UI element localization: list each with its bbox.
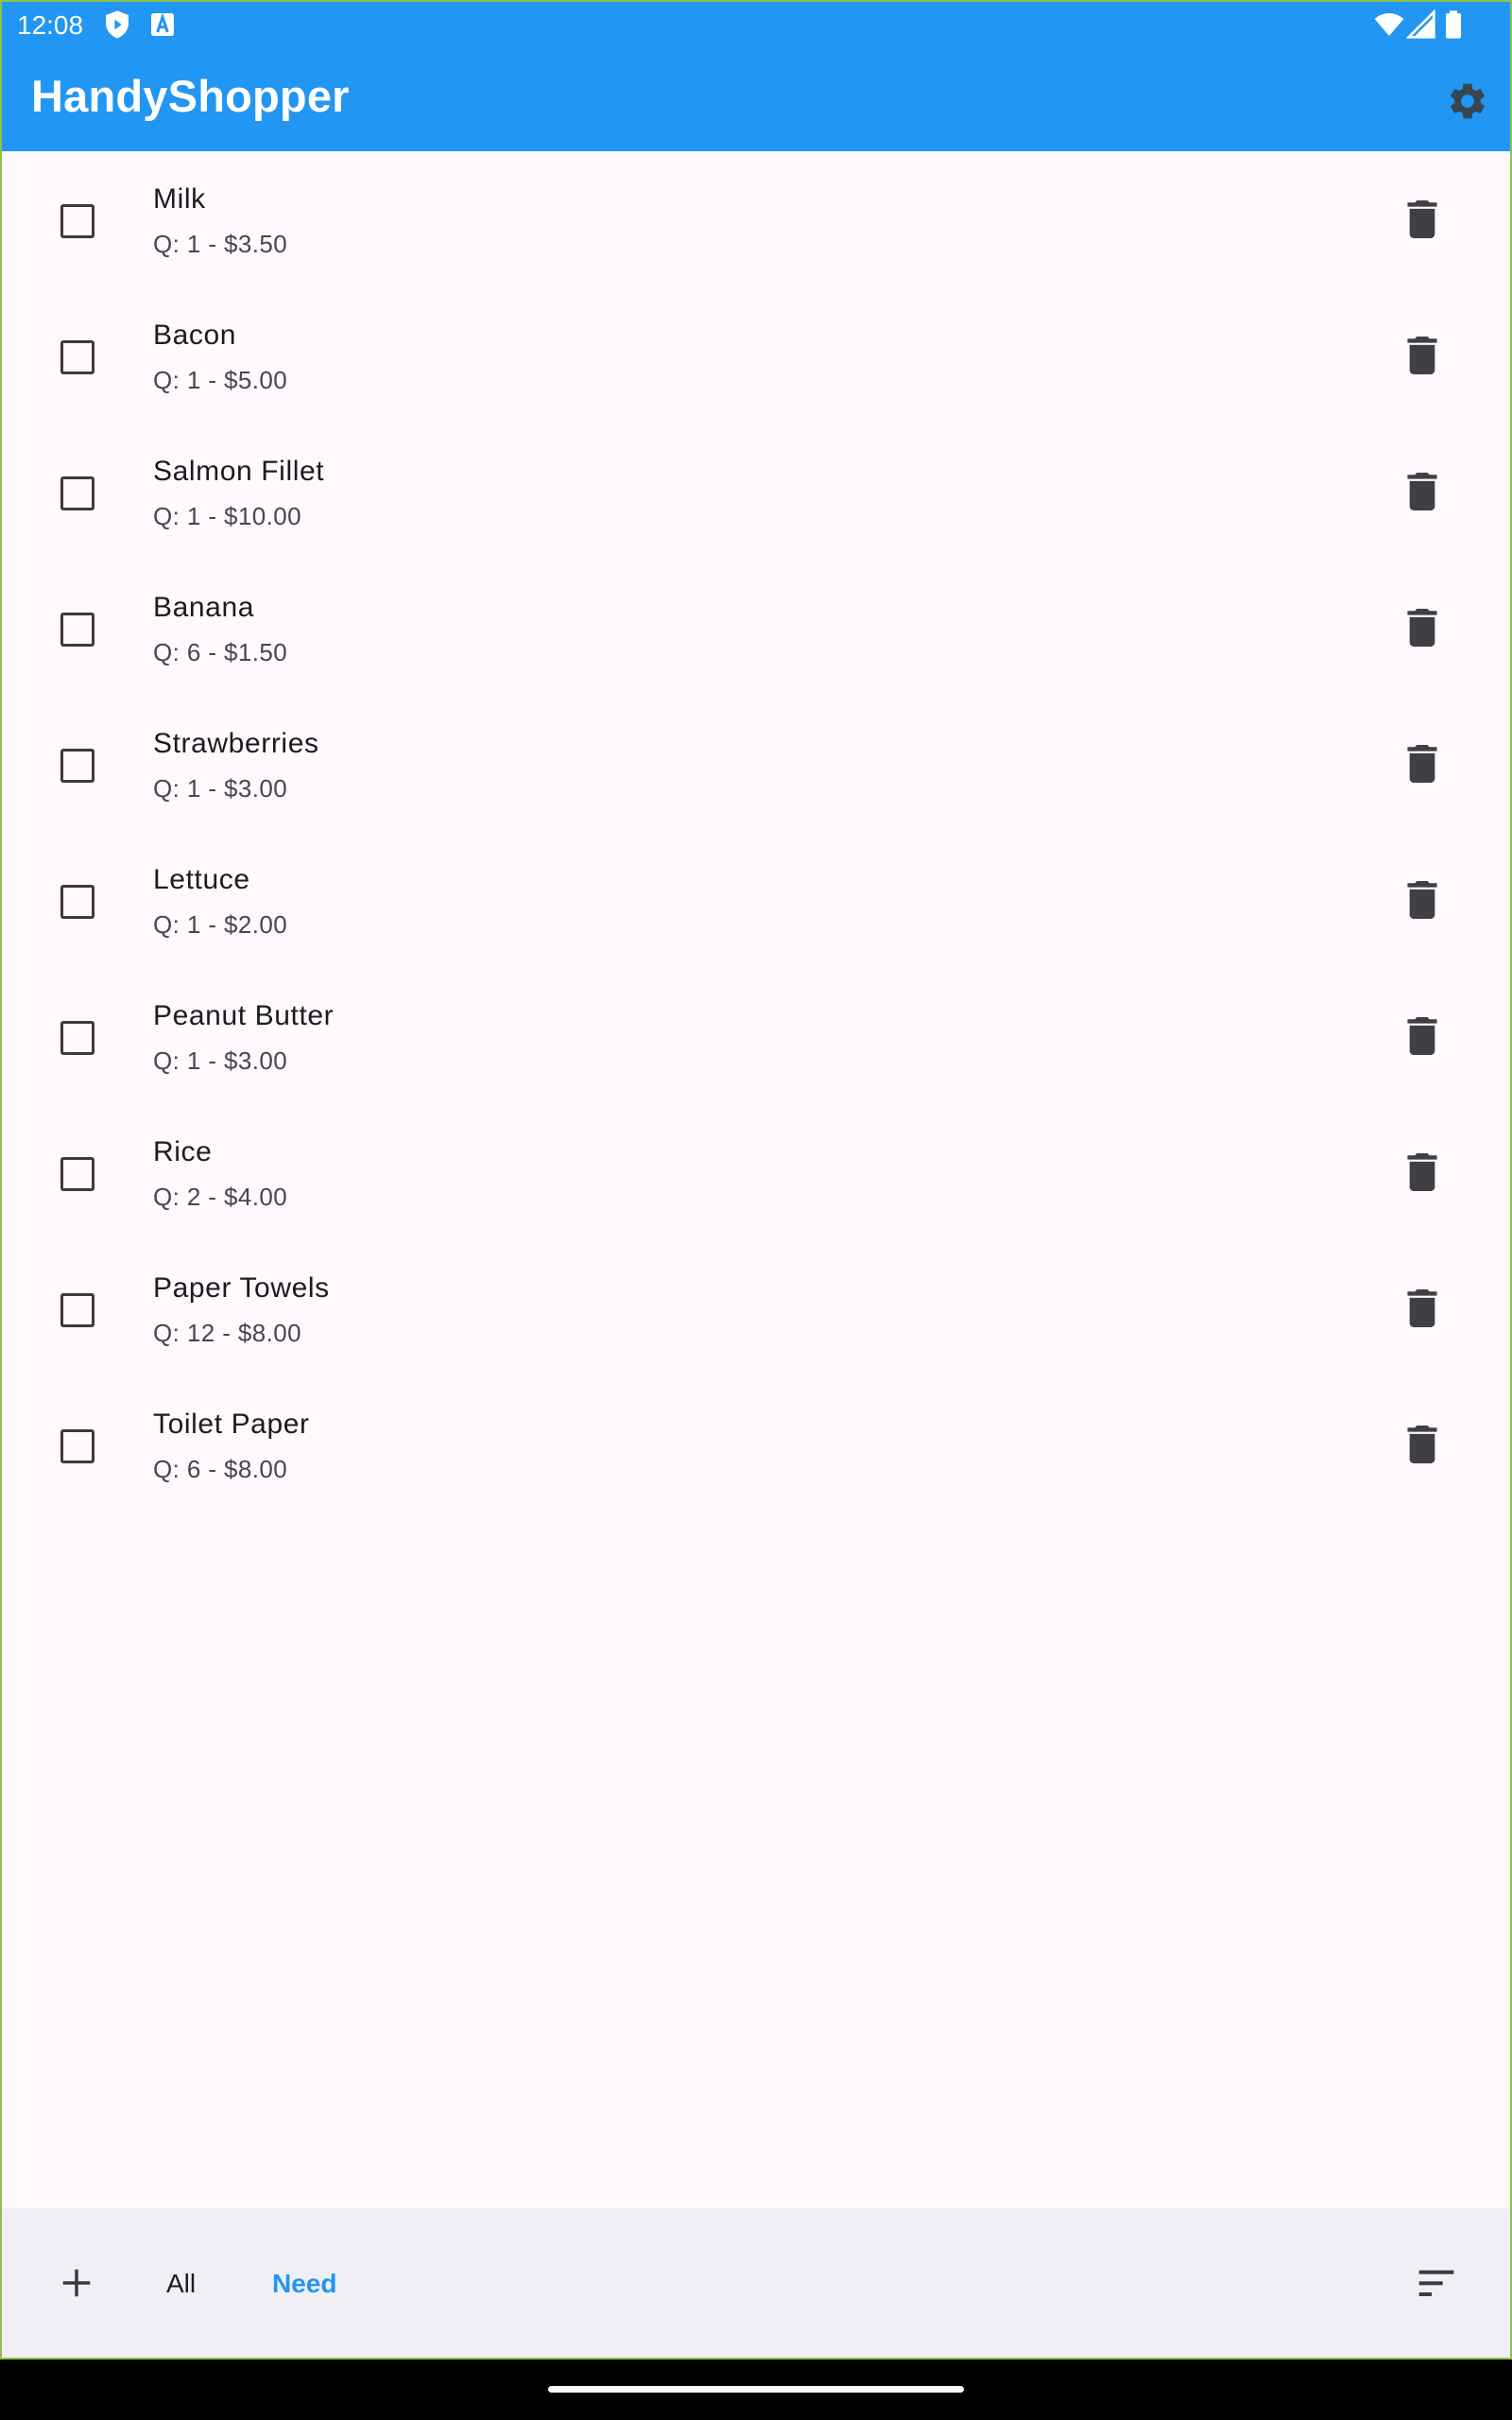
item-detail: Q: 12 - $8.00 xyxy=(153,1319,301,1347)
item-checkbox[interactable] xyxy=(60,749,94,783)
item-name: Strawberries xyxy=(153,728,319,759)
item-detail: Q: 1 - $5.00 xyxy=(153,366,288,394)
list-item[interactable]: Milk Q: 1 - $3.50 xyxy=(2,151,1510,287)
item-name: Peanut Butter xyxy=(153,1000,335,1031)
item-checkbox[interactable] xyxy=(60,476,94,510)
item-checkbox[interactable] xyxy=(60,885,94,919)
item-name: Lettuce xyxy=(153,864,250,895)
item-detail: Q: 1 - $3.00 xyxy=(153,774,288,803)
tab-need[interactable]: Need xyxy=(272,2269,336,2299)
gesture-nav-handle[interactable] xyxy=(548,2386,964,2393)
item-detail: Q: 6 - $8.00 xyxy=(153,1455,288,1483)
app-title: HandyShopper xyxy=(31,71,350,121)
item-checkbox[interactable] xyxy=(60,613,94,647)
trash-icon[interactable] xyxy=(1406,1153,1438,1191)
bottom-bar: All Need xyxy=(2,2208,1510,2358)
app-bar: 12:08 HandyShopper xyxy=(2,2,1510,151)
trash-icon[interactable] xyxy=(1406,1017,1438,1055)
font-a-icon xyxy=(151,12,174,36)
list-item[interactable]: Peanut Butter Q: 1 - $3.00 xyxy=(2,968,1510,1104)
sort-icon[interactable] xyxy=(1418,2267,1455,2299)
item-checkbox[interactable] xyxy=(60,1157,94,1191)
trash-icon[interactable] xyxy=(1406,200,1438,238)
item-detail: Q: 1 - $3.50 xyxy=(153,230,288,258)
item-detail: Q: 6 - $1.50 xyxy=(153,638,288,666)
trash-icon[interactable] xyxy=(1406,881,1438,919)
plus-icon[interactable] xyxy=(59,2265,94,2301)
status-time: 12:08 xyxy=(17,10,84,40)
item-name: Salmon Fillet xyxy=(153,456,325,487)
status-bar: 12:08 xyxy=(2,2,1510,47)
list-item[interactable]: Lettuce Q: 1 - $2.00 xyxy=(2,832,1510,968)
trash-icon[interactable] xyxy=(1406,1426,1438,1463)
tab-all[interactable]: All xyxy=(166,2269,196,2299)
item-name: Paper Towels xyxy=(153,1272,330,1304)
list-item[interactable]: Bacon Q: 1 - $5.00 xyxy=(2,287,1510,424)
trash-icon[interactable] xyxy=(1406,473,1438,510)
item-checkbox[interactable] xyxy=(60,204,94,238)
trash-icon[interactable] xyxy=(1406,337,1438,374)
item-name: Rice xyxy=(153,1136,213,1167)
wifi-icon xyxy=(1374,13,1404,36)
trash-icon[interactable] xyxy=(1406,745,1438,783)
item-detail: Q: 1 - $3.00 xyxy=(153,1046,288,1075)
item-checkbox[interactable] xyxy=(60,340,94,374)
gear-icon[interactable] xyxy=(1446,79,1489,123)
item-detail: Q: 2 - $4.00 xyxy=(153,1183,288,1211)
shopping-list: Milk Q: 1 - $3.50 Bacon Q: 1 - $5.00 Sal… xyxy=(2,151,1510,1512)
item-name: Bacon xyxy=(153,320,237,351)
list-item[interactable]: Salmon Fillet Q: 1 - $10.00 xyxy=(2,424,1510,560)
item-checkbox[interactable] xyxy=(60,1293,94,1327)
trash-icon[interactable] xyxy=(1406,609,1438,647)
trash-icon[interactable] xyxy=(1406,1289,1438,1327)
list-item[interactable]: Toilet Paper Q: 6 - $8.00 xyxy=(2,1376,1510,1512)
item-checkbox[interactable] xyxy=(60,1429,94,1463)
list-item[interactable]: Strawberries Q: 1 - $3.00 xyxy=(2,696,1510,832)
list-item[interactable]: Banana Q: 6 - $1.50 xyxy=(2,560,1510,696)
signal-icon xyxy=(1406,9,1435,39)
item-detail: Q: 1 - $2.00 xyxy=(153,910,288,939)
shield-play-icon xyxy=(106,10,129,39)
item-checkbox[interactable] xyxy=(60,1021,94,1055)
item-name: Banana xyxy=(153,592,255,623)
item-detail: Q: 1 - $10.00 xyxy=(153,502,301,530)
list-item[interactable]: Rice Q: 2 - $4.00 xyxy=(2,1104,1510,1240)
item-name: Milk xyxy=(153,183,206,215)
item-name: Toilet Paper xyxy=(153,1409,310,1440)
list-item[interactable]: Paper Towels Q: 12 - $8.00 xyxy=(2,1240,1510,1376)
battery-icon xyxy=(1446,10,1461,39)
app-window: 12:08 HandyShopper Milk Q: 1 - $3.50 Bac… xyxy=(0,0,1512,2360)
